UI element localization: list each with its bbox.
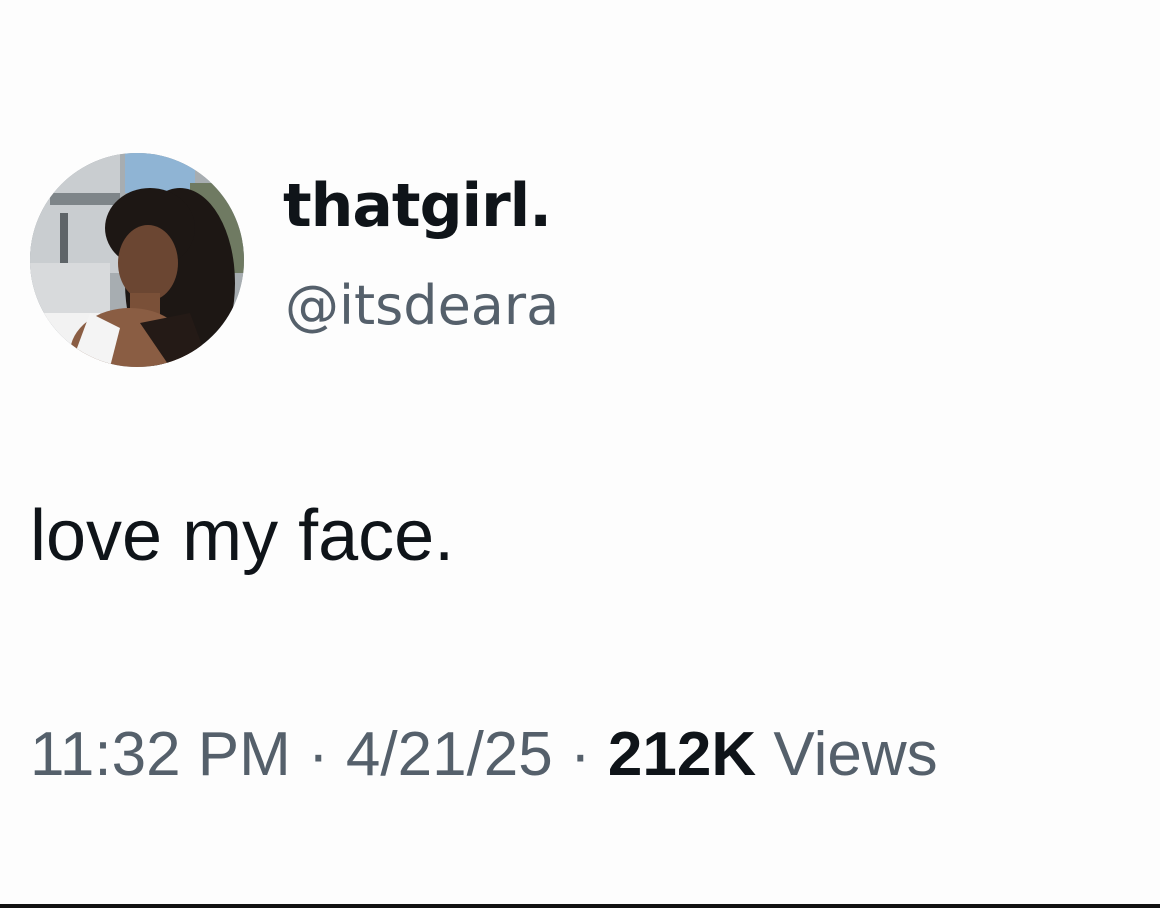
avatar-photo-icon: [30, 153, 244, 367]
tweet-text: love my face.: [30, 496, 455, 576]
views-count: 212K: [607, 720, 757, 789]
author-display-name[interactable]: thatgirl.: [283, 176, 552, 236]
bottom-divider: [0, 904, 1160, 908]
views-label: Views: [773, 720, 938, 789]
author-avatar[interactable]: [30, 153, 244, 367]
meta-separator: ·: [570, 720, 591, 789]
tweet-card: thatgirl. @itsdeara love my face. 11:32 …: [0, 0, 1160, 904]
tweet-meta: 11:32 PM · 4/21/25 · 212K Views: [30, 724, 938, 786]
tweet-date[interactable]: 4/21/25: [346, 720, 553, 789]
meta-separator: ·: [308, 720, 329, 789]
author-handle[interactable]: @itsdeara: [285, 279, 559, 333]
tweet-time[interactable]: 11:32 PM: [30, 720, 291, 789]
